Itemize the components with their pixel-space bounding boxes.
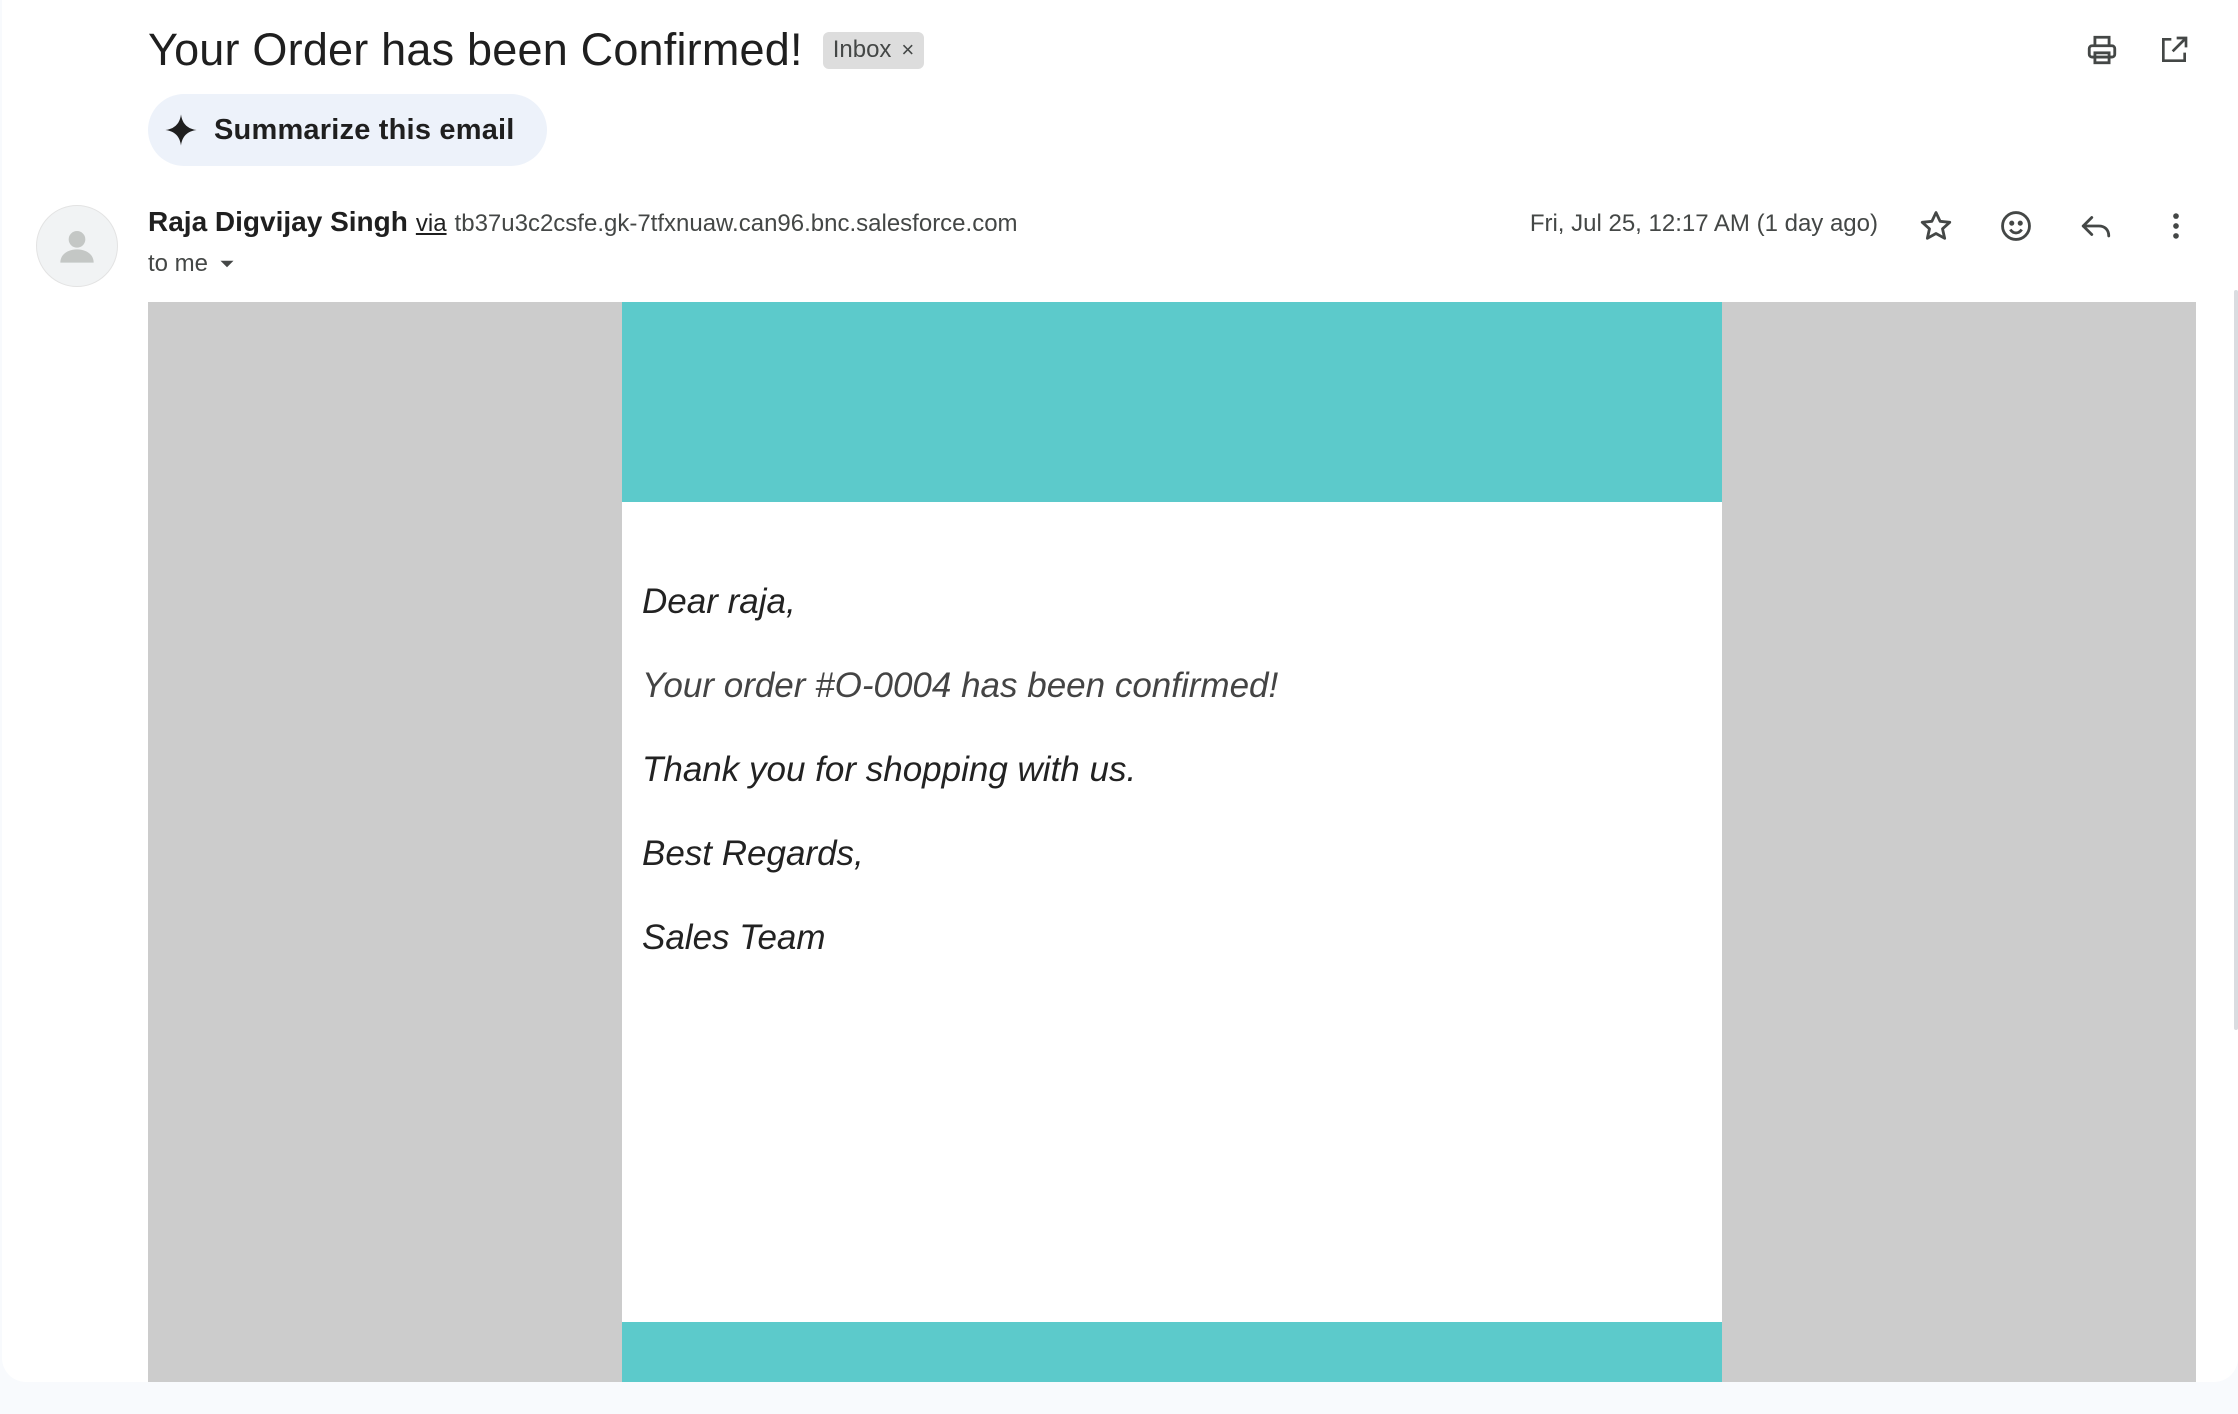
emoji-reaction-icon: [2001, 211, 2031, 241]
email-date: Fri, Jul 25, 12:17 AM (1 day ago): [1529, 210, 1878, 237]
sender-domain: tb37u3c2csfe.gk-7tfxnuaw.can96.bnc.sales…: [454, 210, 1018, 237]
greeting-text: Dear raja,: [642, 582, 796, 621]
thanks-text: Thank you for shopping with us.: [642, 750, 1137, 789]
via-link[interactable]: via: [416, 210, 447, 238]
more-vert-icon: [2173, 213, 2179, 239]
card-header-banner: [622, 302, 1722, 502]
person-icon: [60, 231, 94, 263]
add-reaction-button[interactable]: [1992, 202, 2040, 250]
inbox-label-chip[interactable]: Inbox ×: [822, 31, 925, 69]
sender-name[interactable]: Raja Digvijay Singh: [148, 206, 408, 238]
summarize-email-button[interactable]: Summarize this email: [148, 94, 547, 166]
reply-button[interactable]: [2072, 202, 2120, 250]
sender-line: Raja Digvijay Singh via tb37u3c2csfe.gk-…: [148, 206, 1018, 246]
card-footer-banner: [622, 1322, 1722, 1382]
print-icon: [2087, 35, 2117, 65]
star-icon: [1920, 211, 1952, 240]
open-in-new-window-button[interactable]: [2148, 24, 2200, 76]
recipient-details-toggle[interactable]: to me: [148, 250, 240, 278]
reply-icon: [2081, 216, 2111, 238]
remove-label-button[interactable]: ×: [901, 37, 914, 63]
scrollbar[interactable]: [2234, 290, 2238, 1030]
signature-text: Sales Team: [642, 918, 826, 957]
label-text: Inbox: [832, 35, 892, 63]
more-options-button[interactable]: [2152, 202, 2200, 250]
email-subject: Your Order has been Confirmed!: [148, 24, 803, 75]
print-button[interactable]: [2076, 24, 2128, 76]
open-in-new-window-icon: [2162, 36, 2188, 62]
sparkle-icon: [165, 114, 197, 146]
closing-text: Best Regards,: [642, 834, 864, 873]
caret-down-icon: [220, 260, 234, 268]
summarize-label: Summarize this email: [214, 113, 515, 146]
subject-row: Your Order has been Confirmed! Inbox ×: [148, 18, 925, 82]
star-button[interactable]: [1912, 202, 1960, 250]
order-confirmation-text: Your order #O-0004 has been confirmed!: [642, 666, 1279, 705]
recipient-label: to me: [148, 250, 209, 277]
email-message: Dear raja, Your order #O-0004 has been c…: [642, 560, 1278, 980]
email-view: Your Order has been Confirmed! Inbox × S…: [2, 0, 2238, 1382]
email-body: Dear raja, Your order #O-0004 has been c…: [148, 302, 2196, 1382]
avatar[interactable]: [36, 205, 118, 287]
email-card: Dear raja, Your order #O-0004 has been c…: [622, 302, 1722, 1382]
